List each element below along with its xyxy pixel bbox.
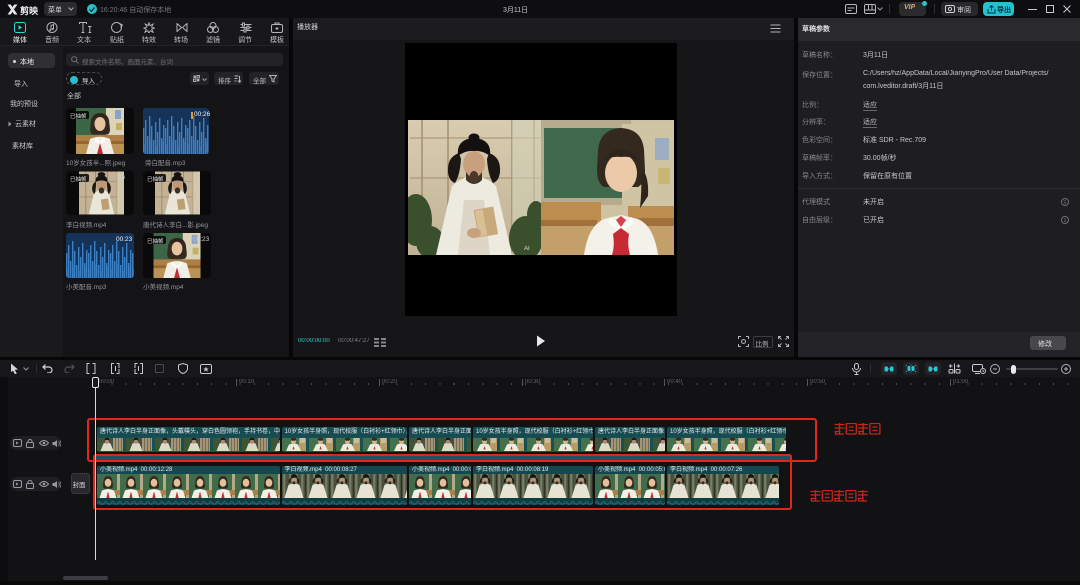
svg-text:AI: AI [650,246,656,252]
svg-text:AI: AI [524,246,530,252]
